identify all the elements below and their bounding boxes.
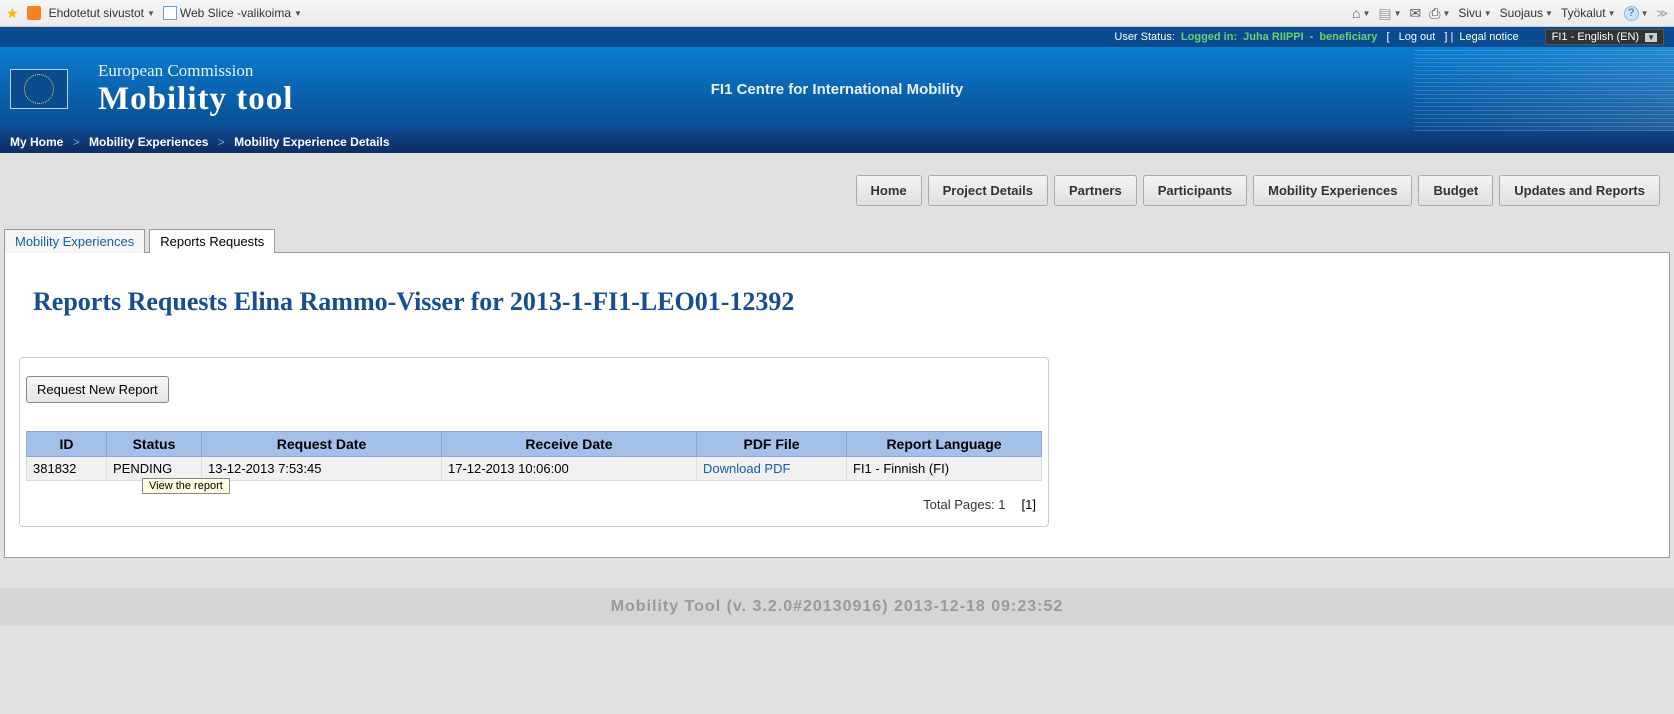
nav-project-details[interactable]: Project Details xyxy=(928,175,1048,206)
print-icon[interactable]: ⎙▼ xyxy=(1429,5,1450,22)
col-report-language: Report Language xyxy=(847,432,1042,457)
breadcrumb-sep: > xyxy=(218,135,225,149)
brand-tool: Mobility tool xyxy=(98,81,293,118)
pager-page[interactable]: [1] xyxy=(1022,497,1036,512)
cell-report-language: FI1 - Finnish (FI) xyxy=(847,457,1042,481)
tab-mobility-experiences[interactable]: Mobility Experiences xyxy=(4,229,145,253)
security-menu[interactable]: Suojaus▼ xyxy=(1500,6,1553,20)
favorites-star-icon[interactable]: ★ xyxy=(6,5,19,22)
request-new-report-button[interactable]: Request New Report xyxy=(26,376,169,403)
content-panel: Reports Requests Elina Rammo-Visser for … xyxy=(4,252,1670,558)
logout-link[interactable]: Log out xyxy=(1399,31,1436,43)
tooltip-view-report: View the report xyxy=(142,478,230,494)
shield-icon xyxy=(27,6,41,20)
nav-home[interactable]: Home xyxy=(856,175,922,206)
dash: - xyxy=(1310,31,1314,43)
breadcrumb-home[interactable]: My Home xyxy=(10,135,63,149)
nav-budget[interactable]: Budget xyxy=(1418,175,1493,206)
col-receive-date: Receive Date xyxy=(442,432,697,457)
breadcrumb-sep: > xyxy=(73,135,80,149)
nav-updates-reports[interactable]: Updates and Reports xyxy=(1499,175,1660,206)
browser-toolbar: ★ Ehdotetut sivustot ▼ Web Slice -valiko… xyxy=(0,0,1674,27)
cell-receive-date: 17-12-2013 10:06:00 xyxy=(442,457,697,481)
suggested-sites-link[interactable]: Ehdotetut sivustot ▼ xyxy=(49,6,155,20)
nav-mobility-experiences[interactable]: Mobility Experiences xyxy=(1253,175,1412,206)
reports-table: ID Status Request Date Receive Date PDF … xyxy=(26,431,1042,481)
language-label: FI1 - English (EN) xyxy=(1552,31,1639,43)
bracket: ] | xyxy=(1441,31,1453,43)
chevron-down-icon: ▼ xyxy=(294,9,302,18)
eu-flag-icon xyxy=(10,69,68,109)
web-slice-label: Web Slice -valikoima xyxy=(180,6,291,20)
cell-request-date: 13-12-2013 7:53:45 xyxy=(202,457,442,481)
reports-box: Request New Report ID Status Request Dat… xyxy=(19,357,1049,527)
status-bar: User Status: Logged in: Juha RIIPPI - be… xyxy=(0,27,1674,47)
page-title: Reports Requests Elina Rammo-Visser for … xyxy=(33,287,1655,317)
tabs: Mobility Experiences Reports Requests xyxy=(0,228,1674,252)
help-icon[interactable]: ?▼ xyxy=(1624,6,1649,21)
footer-version: Mobility Tool (v. 3.2.0#20130916) 2013-1… xyxy=(0,588,1674,626)
rss-icon[interactable]: ▤▼ xyxy=(1378,5,1401,22)
user-role: beneficiary xyxy=(1319,31,1377,43)
mail-icon[interactable]: ✉ xyxy=(1410,5,1422,22)
page-menu-label: Sivu xyxy=(1458,6,1481,20)
col-request-date: Request Date xyxy=(202,432,442,457)
page-menu[interactable]: Sivu▼ xyxy=(1458,6,1491,20)
brand-ec: European Commission xyxy=(98,61,293,81)
nav-participants[interactable]: Participants xyxy=(1143,175,1247,206)
col-id: ID xyxy=(27,432,107,457)
overflow-icon[interactable]: ≫ xyxy=(1656,7,1668,20)
user-status-label: User Status: xyxy=(1114,31,1175,43)
tools-menu-label: Työkalut xyxy=(1561,6,1606,20)
breadcrumb-l1[interactable]: Mobility Experiences xyxy=(89,135,208,149)
table-row: 381832 PENDING 13-12-2013 7:53:45 17-12-… xyxy=(27,457,1042,481)
suggested-sites-label: Ehdotetut sivustot xyxy=(49,6,144,20)
banner-center-title: FI1 Centre for International Mobility xyxy=(711,81,964,98)
pager-total: Total Pages: 1 xyxy=(923,497,1005,512)
col-status: Status xyxy=(107,432,202,457)
home-icon[interactable]: ⌂▼ xyxy=(1352,5,1370,21)
legal-notice-link[interactable]: Legal notice xyxy=(1459,31,1518,43)
security-menu-label: Suojaus xyxy=(1500,6,1543,20)
cell-id: 381832 xyxy=(27,457,107,481)
banner: European Commission Mobility tool FI1 Ce… xyxy=(0,47,1674,131)
building-graphic xyxy=(1414,47,1674,131)
tools-menu[interactable]: Työkalut▼ xyxy=(1561,6,1616,20)
language-selector[interactable]: FI1 - English (EN) ▼ xyxy=(1545,29,1664,45)
tab-reports-requests[interactable]: Reports Requests xyxy=(149,229,275,253)
chevron-down-icon: ▼ xyxy=(147,9,155,18)
bracket: [ xyxy=(1383,31,1392,43)
chevron-down-icon: ▼ xyxy=(1645,33,1657,42)
nav-row: Home Project Details Partners Participan… xyxy=(0,153,1674,218)
breadcrumb: My Home > Mobility Experiences > Mobilit… xyxy=(0,131,1674,153)
web-slice-link[interactable]: Web Slice -valikoima ▼ xyxy=(163,6,302,20)
brand: European Commission Mobility tool xyxy=(98,61,293,118)
col-pdf-file: PDF File xyxy=(697,432,847,457)
breadcrumb-l2: Mobility Experience Details xyxy=(234,135,389,149)
download-pdf-link[interactable]: Download PDF xyxy=(697,457,847,481)
logged-in-label: Logged in: xyxy=(1181,31,1237,43)
nav-partners[interactable]: Partners xyxy=(1054,175,1137,206)
ie-page-icon xyxy=(163,6,177,20)
user-name: Juha RIIPPI xyxy=(1243,31,1304,43)
cell-status: PENDING xyxy=(107,457,202,481)
